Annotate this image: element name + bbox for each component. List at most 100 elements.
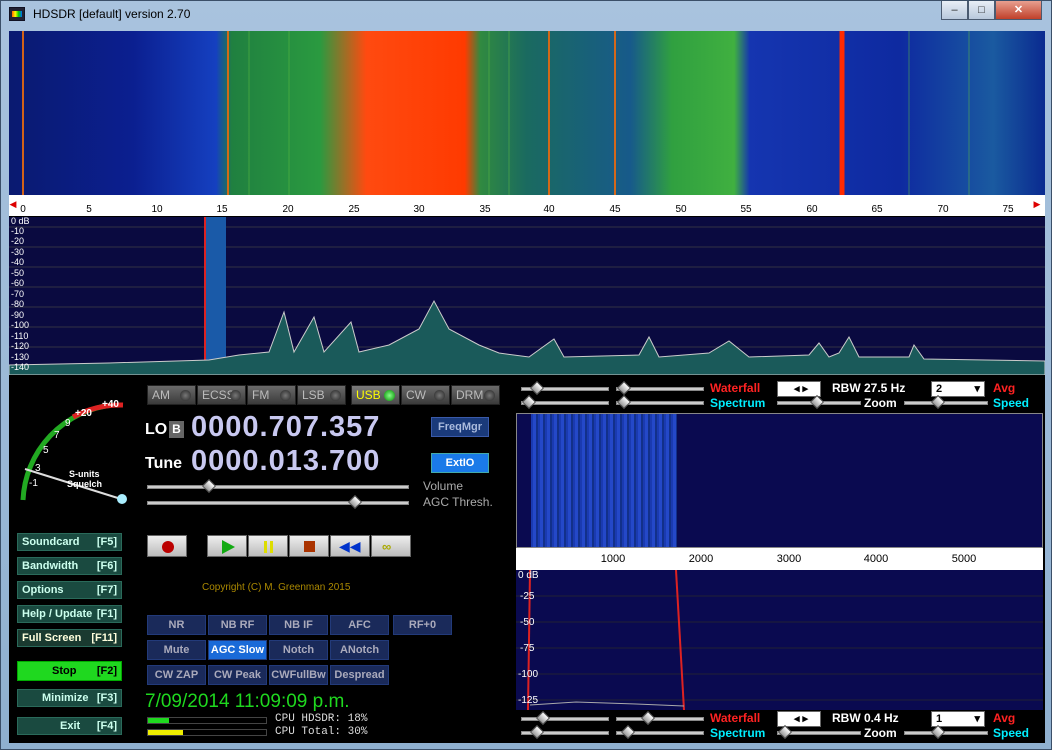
main-frequency-scale[interactable]: ◀ ▶ 0 5 10 15 20 25 30 35 40 45 50 55 60… (9, 195, 1045, 217)
spectrum-label: Spectrum (710, 396, 766, 410)
scroll-left-icon[interactable]: ◀ (10, 199, 17, 210)
af-waterfall-contrast-slider[interactable] (616, 710, 704, 726)
help-update-button[interactable]: Help / Update [F1] (17, 605, 122, 623)
spectrum-gain-slider[interactable] (521, 394, 609, 410)
slider-thumb[interactable] (620, 724, 636, 740)
mode-drm-button[interactable]: DRM (451, 385, 500, 405)
waterfall-gain-slider[interactable] (521, 380, 609, 396)
agc-slow-button[interactable]: AGC Slow (208, 640, 267, 660)
waterfall-label: Waterfall (710, 381, 761, 395)
pause-button[interactable] (248, 535, 288, 557)
despread-button[interactable]: Despread (330, 665, 389, 685)
scroll-right-icon[interactable]: ▶ (1034, 199, 1041, 210)
mode-usb-button[interactable]: USB (351, 385, 400, 405)
stop-button[interactable]: Stop [F2] (17, 661, 122, 681)
options-button[interactable]: Options [F7] (17, 581, 122, 599)
slider-thumb[interactable] (640, 710, 656, 726)
soundcard-button[interactable]: Soundcard [F5] (17, 533, 122, 551)
nb-rf-button[interactable]: NB RF (208, 615, 267, 635)
af-waterfall-gain-slider[interactable] (521, 710, 609, 726)
rewind-button[interactable]: ◀◀ (330, 535, 370, 557)
scale-label: 0 (20, 204, 26, 215)
avg-select[interactable]: 2 ▾ (931, 381, 985, 397)
nb-if-button[interactable]: NB IF (269, 615, 328, 635)
volume-slider[interactable] (147, 478, 409, 494)
title-bar[interactable]: HDSDR [default] version 2.70 – □ ✕ (1, 1, 1051, 27)
af-speed-slider[interactable] (904, 724, 988, 740)
cw-zap-button[interactable]: CW ZAP (147, 665, 206, 685)
db-label: -40 (11, 257, 25, 267)
main-waterfall[interactable] (9, 31, 1045, 195)
full-screen-button[interactable]: Full Screen [F11] (17, 629, 122, 647)
stop-icon (304, 541, 315, 552)
tune-frequency[interactable]: 0000.013.700 (191, 445, 380, 478)
freqmgr-button[interactable]: FreqMgr (431, 417, 489, 437)
mode-cw-button[interactable]: CW (401, 385, 450, 405)
db-label: 0 dB (11, 217, 30, 226)
slider-thumb[interactable] (347, 494, 363, 510)
slider-thumb[interactable] (535, 710, 551, 726)
scale-label: 60 (806, 204, 818, 215)
slider-thumb[interactable] (930, 394, 946, 410)
play-button[interactable] (207, 535, 247, 557)
db-label: -140 (11, 362, 30, 372)
rbw-stepper[interactable]: ◂ ▸ (777, 381, 821, 397)
slider-thumb[interactable] (201, 478, 217, 494)
af-spectrum[interactable]: 0 dB -25 -50 -75 -100 -125 (516, 570, 1043, 710)
af-frequency-scale[interactable]: 1000 2000 3000 4000 5000 (516, 548, 1043, 570)
led-icon (434, 390, 445, 401)
af-avg-select[interactable]: 1 ▾ (931, 711, 985, 727)
mode-lsb-button[interactable]: LSB (297, 385, 346, 405)
mode-am-button[interactable]: AM (147, 385, 196, 405)
mute-button[interactable]: Mute (147, 640, 206, 660)
rbw-label: RBW 27.5 Hz (832, 381, 906, 395)
slider-thumb[interactable] (616, 394, 632, 410)
bandwidth-button[interactable]: Bandwidth [F6] (17, 557, 122, 575)
af-spectrum-gain-slider[interactable] (521, 724, 609, 740)
cw-fullbw-button[interactable]: CWFullBw (269, 665, 328, 685)
slider-thumb[interactable] (809, 394, 825, 410)
cw-peak-button[interactable]: CW Peak (208, 665, 267, 685)
main-spectrum[interactable]: 0 dB -10 -20 -30 -40 -50 -60 -70 -80 -90… (9, 217, 1045, 375)
loop-button[interactable]: ∞ (371, 535, 411, 557)
mode-fm-button[interactable]: FM (247, 385, 296, 405)
scale-label: 40 (543, 204, 555, 215)
stop-playback-button[interactable] (289, 535, 329, 557)
s-meter-mark: +40 (102, 399, 119, 410)
record-button[interactable] (147, 535, 187, 557)
minimize-window-button[interactable]: – (941, 1, 968, 20)
notch-button[interactable]: Notch (269, 640, 328, 660)
lo-badge[interactable]: B (169, 421, 184, 438)
af-zoom-slider[interactable] (777, 724, 861, 740)
db-label: 0 dB (518, 570, 539, 581)
rf-gain-button[interactable]: RF+0 (393, 615, 452, 635)
speed-slider[interactable] (904, 394, 988, 410)
spectrum-contrast-slider[interactable] (616, 394, 704, 410)
exit-button[interactable]: Exit [F4] (17, 717, 122, 735)
afc-button[interactable]: AFC (330, 615, 389, 635)
slider-thumb[interactable] (930, 724, 946, 740)
avg-value: 1 (936, 713, 943, 725)
mode-ecss-button[interactable]: ECSS (197, 385, 246, 405)
minimize-button[interactable]: Minimize [F3] (17, 689, 122, 707)
maximize-window-button[interactable]: □ (968, 1, 995, 20)
slider-thumb[interactable] (521, 394, 537, 410)
zoom-slider[interactable] (777, 394, 861, 410)
nr-button[interactable]: NR (147, 615, 206, 635)
slider-thumb[interactable] (529, 380, 545, 396)
af-waterfall[interactable] (516, 413, 1043, 548)
button-key: [F5] (96, 536, 117, 548)
slider-thumb[interactable] (616, 380, 632, 396)
waterfall-contrast-slider[interactable] (616, 380, 704, 396)
slider-thumb[interactable] (529, 724, 545, 740)
close-window-button[interactable]: ✕ (995, 1, 1042, 20)
agc-threshold-slider[interactable] (147, 494, 409, 510)
scale-label: 20 (282, 204, 294, 215)
cpu-hdsdr-bar (147, 717, 267, 724)
extio-button[interactable]: ExtIO (431, 453, 489, 473)
slider-thumb[interactable] (777, 724, 793, 740)
lo-frequency[interactable]: 0000.707.357 (191, 411, 380, 444)
anotch-button[interactable]: ANotch (330, 640, 389, 660)
button-label: Full Screen (22, 632, 82, 644)
af-spectrum-contrast-slider[interactable] (616, 724, 704, 740)
